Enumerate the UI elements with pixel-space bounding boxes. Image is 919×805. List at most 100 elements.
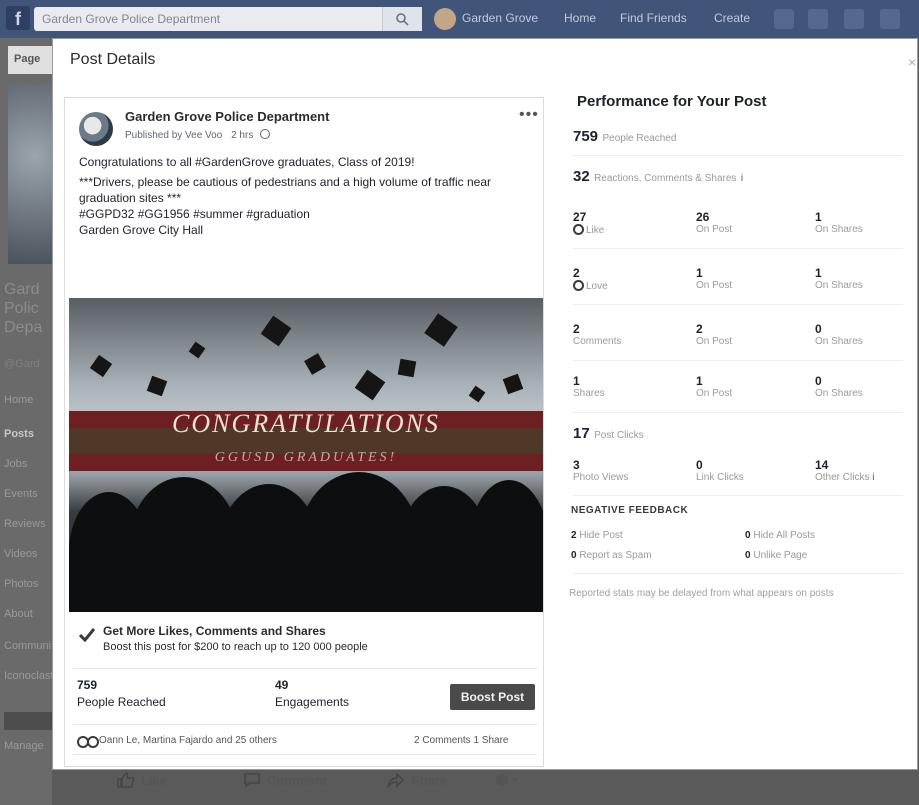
page-avatar[interactable]	[79, 112, 113, 146]
info-icon[interactable]: i	[741, 173, 743, 184]
nav-create[interactable]: Create	[714, 11, 750, 25]
other-clicks: 14 Other Clicks i	[815, 458, 874, 483]
comment-button[interactable]: Comment	[243, 772, 327, 788]
post-details-modal: Post Details × Garden Grove Police Depar…	[52, 38, 918, 788]
globe-icon	[260, 129, 271, 139]
shares-on-shares: 0 On Shares	[815, 374, 863, 399]
help-icon[interactable]	[880, 9, 900, 29]
unlike-page-label: Unlike Page	[753, 550, 808, 561]
divider	[573, 495, 903, 496]
page-name-line: Gard	[4, 281, 40, 298]
boost-subtitle: Boost this post for $200 to reach up to …	[103, 641, 368, 653]
messages-icon[interactable]	[808, 9, 828, 29]
post-page-name[interactable]: Garden Grove Police Department	[125, 109, 329, 124]
sidebar-item-manage[interactable]: Manage	[4, 740, 52, 752]
sidebar-item-events[interactable]: Events	[4, 488, 52, 500]
like-label: Like	[141, 773, 168, 788]
boost-title: Get More Likes, Comments and Shares	[103, 624, 326, 638]
profile-link[interactable]: Garden Grove	[462, 11, 538, 25]
graduation-cap	[146, 375, 168, 397]
report-spam-stat: 0 Report as Spam	[571, 550, 652, 561]
divider	[573, 573, 903, 574]
post-as-selector[interactable]	[495, 772, 527, 787]
like-type-label: Like	[586, 225, 605, 236]
divider	[73, 754, 537, 755]
reactions-names[interactable]: Oann Le, Martina Fajardo and 25 others	[99, 735, 277, 746]
report-spam-label: Report as Spam	[579, 550, 652, 561]
nav-find-friends[interactable]: Find Friends	[620, 11, 687, 25]
reaction-icons[interactable]	[77, 735, 99, 753]
info-icon[interactable]: i	[872, 472, 874, 483]
love-on-shares-label: On Shares	[815, 280, 863, 291]
search-input[interactable]: Garden Grove Police Department	[34, 7, 418, 31]
published-by[interactable]: Published by Vee Voo	[125, 130, 222, 141]
post-hashtags[interactable]: #GGPD32 #GG1956 #summer #graduation	[79, 206, 539, 222]
facebook-logo-icon[interactable]: f	[6, 6, 30, 30]
post-meta: Published by Vee Voo 2 hrs	[125, 129, 271, 141]
sidebar-item-about[interactable]: About	[4, 608, 52, 620]
graduation-cap	[397, 358, 417, 378]
nav-home[interactable]: Home	[564, 11, 596, 25]
post-location[interactable]: Garden Grove City Hall	[79, 222, 539, 238]
create-button[interactable]	[4, 712, 52, 730]
sidebar-item-posts[interactable]: Posts	[4, 428, 52, 440]
post-clicks-summary: 17 Post Clicks	[573, 425, 644, 443]
comments-on-post-value: 2	[696, 322, 703, 336]
like-button[interactable]: Like	[117, 772, 167, 788]
post-card: Garden Grove Police Department Published…	[64, 97, 544, 788]
like-on-post-value: 26	[696, 210, 710, 224]
sidebar-item-home[interactable]: Home	[4, 394, 52, 406]
comments-on-shares-label: On Shares	[815, 336, 863, 347]
post-time[interactable]: 2 hrs	[231, 130, 253, 141]
shares-on-shares-value: 0	[815, 374, 822, 388]
post-text-line: Congratulations to all #GardenGrove grad…	[79, 155, 415, 169]
shares-on-post-value: 1	[696, 374, 703, 388]
close-icon[interactable]: ×	[908, 54, 916, 70]
hide-all-posts-label: Hide All Posts	[753, 530, 816, 541]
post-photo[interactable]: CONGRATULATIONS GGUSD GRADUATES!	[69, 298, 543, 612]
page-handle: @Gard	[4, 358, 40, 370]
graduation-cap	[502, 373, 524, 395]
search-icon	[396, 13, 409, 26]
people-reached-summary: 759 People Reached	[573, 128, 676, 146]
graduation-cap	[304, 353, 326, 375]
search-button[interactable]	[382, 7, 422, 31]
hide-post-label: Hide Post	[579, 530, 623, 541]
shares-on-post: 1 On Post	[696, 374, 732, 399]
unlike-page-stat: 0 Unlike Page	[745, 550, 807, 561]
sidebar-item-photos[interactable]: Photos	[4, 578, 52, 590]
sidebar-item-videos[interactable]: Videos	[4, 548, 52, 560]
shares-on-shares-label: On Shares	[815, 388, 863, 399]
reactions-total: 32	[573, 168, 590, 185]
more-options-icon[interactable]: •••	[519, 106, 539, 124]
love-on-post: 1 On Post	[696, 266, 732, 291]
post-text: Congratulations to all #GardenGrove grad…	[79, 154, 539, 242]
page-name-line: Depa	[4, 319, 43, 336]
notifications-icon[interactable]	[844, 9, 864, 29]
profile-avatar[interactable]	[434, 8, 456, 30]
photo-views-value: 3	[573, 458, 580, 472]
comments-type-label: Comments	[573, 336, 622, 347]
like-on-shares-label: On Shares	[815, 224, 863, 235]
post-text-line: ***Drivers, please be cautious of pedest…	[79, 175, 492, 205]
divider	[573, 412, 903, 413]
other-clicks-label: Other Clicks	[815, 472, 870, 483]
checkmark-icon	[79, 628, 95, 642]
sidebar-item-reviews[interactable]: Reviews	[4, 518, 52, 530]
boost-post-button[interactable]: Boost Post	[450, 684, 535, 710]
thumbs-up-icon	[117, 772, 135, 788]
page-tab[interactable]: Page	[8, 46, 52, 74]
shares-total-value: 1	[573, 374, 580, 388]
sidebar-item-jobs[interactable]: Jobs	[4, 458, 52, 470]
sidebar-item-community[interactable]: Community	[4, 640, 52, 652]
friend-requests-icon[interactable]	[774, 9, 794, 29]
like-on-shares-value: 1	[815, 210, 822, 224]
share-arrow-icon	[387, 772, 404, 788]
share-button[interactable]: Share	[387, 772, 447, 788]
comments-total-value: 2	[573, 322, 580, 336]
comments-shares-count[interactable]: 2 Comments 1 Share	[414, 735, 509, 746]
post-clicks-total: 17	[573, 425, 590, 442]
sidebar-item-other[interactable]: Iconoclast	[4, 670, 52, 682]
shares-on-post-label: On Post	[696, 388, 733, 399]
love-on-shares: 1 On Shares	[815, 266, 863, 291]
